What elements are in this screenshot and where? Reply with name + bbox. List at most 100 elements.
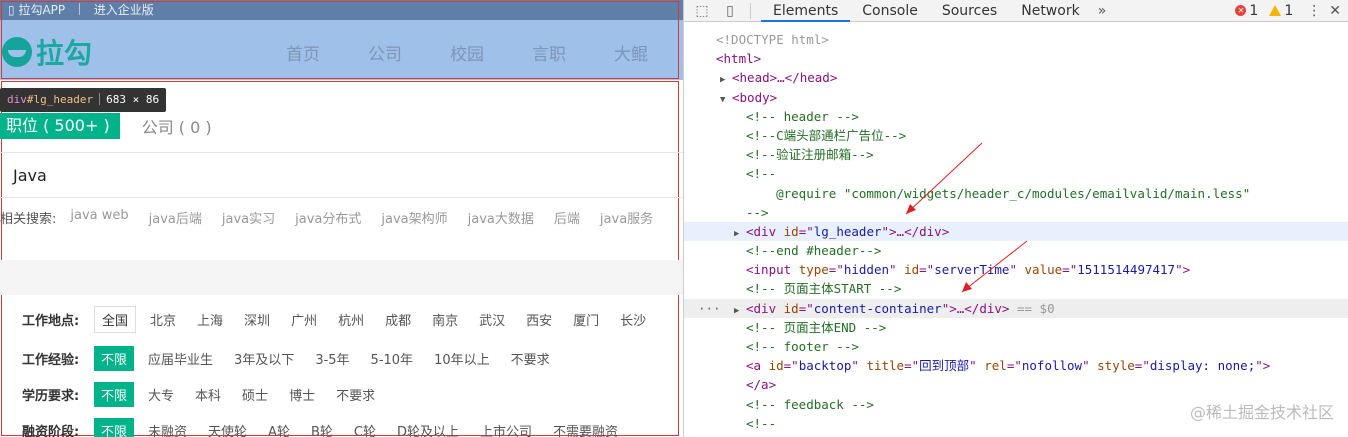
dom-text: <html> [716,51,762,67]
filter-option[interactable]: 应届毕业生 [148,347,213,370]
app-link[interactable]: 拉勾APP [18,3,65,17]
dom-text: <!--C端头部通栏广告位--> [746,127,907,143]
related-keyword[interactable]: java服务 [600,208,653,227]
dom-line[interactable]: ▶ <head>…</head> [684,68,1348,87]
filter-option[interactable]: D轮及以上 [397,419,459,437]
filter-option[interactable]: 成都 [385,308,411,331]
filter-option[interactable]: 不限 [94,418,135,437]
filter-option[interactable]: 不需要融资 [553,419,618,437]
tab-network[interactable]: Network [1009,0,1091,22]
search-input[interactable]: Java [13,166,47,185]
dom-line[interactable]: <!-- footer --> [684,337,1348,356]
tab-elements[interactable]: Elements [761,0,851,22]
enterprise-link[interactable]: 进入企业版 [94,3,154,17]
filter-option[interactable]: 不限 [94,346,135,371]
phone-icon: ▯ [8,3,15,17]
dom-token: =" [1134,358,1150,374]
dom-line[interactable]: <!-- 页面主体START --> [684,279,1348,298]
filter-option[interactable]: 西安 [526,308,552,331]
filter-option[interactable]: 长沙 [620,308,646,331]
tab-console[interactable]: Console [850,0,930,22]
related-keyword[interactable]: java架构师 [381,208,447,227]
filter-option[interactable]: 5-10年 [371,347,414,370]
filter-option[interactable]: 全国 [94,306,137,333]
dom-line[interactable]: ▼ <body> [684,88,1348,107]
dom-line[interactable]: ▶ <div id="lg_header">…</div> [684,221,1348,242]
filter-option[interactable]: 武汉 [479,308,505,331]
nav-item[interactable]: 校园 [426,40,508,65]
related-label: 相关搜索: [0,212,57,227]
filter-option[interactable]: 10年以上 [434,347,490,370]
dom-token: "> [1175,262,1191,278]
filter-option[interactable]: 未融资 [148,419,187,437]
error-count: 1 [1249,2,1259,19]
filter-option[interactable]: 3-5年 [315,347,349,370]
dom-line[interactable]: <!-- 页面主体END --> [684,318,1348,337]
dom-line[interactable]: <html> [684,49,1348,68]
dom-line[interactable]: <!--end #header--> [684,241,1348,260]
nav-item[interactable]: 公司 [344,40,426,65]
issue-counters[interactable]: ✕ 1 1 [1235,3,1293,19]
filter-option[interactable]: 南京 [432,308,458,331]
nav-item[interactable]: 大鲲 [590,40,672,65]
filter-option[interactable]: 3年及以下 [234,347,294,370]
dom-text: --> [746,204,769,220]
menu-icon[interactable]: ⋮ [1307,3,1321,19]
filter-option[interactable]: 深圳 [244,308,270,331]
filter-option[interactable]: 天使轮 [208,419,247,437]
filter-option[interactable]: 不要求 [511,347,550,370]
dom-token: =" [798,223,814,239]
device-toolbar-icon[interactable]: ▯ [720,0,740,22]
filter-option[interactable]: A轮 [268,419,290,437]
related-keyword[interactable]: java后端 [149,208,202,227]
dom-token: =" [904,358,920,374]
nav-item[interactable]: 言职 [508,40,590,65]
dom-line[interactable]: </a> [684,375,1348,394]
dom-line[interactable]: <!DOCTYPE html> [684,30,1348,49]
related-keyword[interactable]: 后端 [554,208,580,227]
nav-item[interactable]: 首页 [262,40,344,65]
filter-option[interactable]: 上市公司 [480,419,532,437]
filter-option[interactable]: 广州 [291,308,317,331]
dom-line[interactable]: <!--验证注册邮箱--> [684,145,1348,164]
filter-option[interactable]: 博士 [289,383,315,406]
close-icon[interactable]: ✕ [1329,3,1341,19]
filter-label: 工作经验: [22,353,80,368]
dom-line[interactable]: <input type="hidden" id="serverTime" val… [684,260,1348,279]
dom-line[interactable]: --> [684,203,1348,222]
dom-text: <!-- feedback --> [746,396,874,412]
filter-option[interactable]: 大专 [148,383,174,406]
filter-option[interactable]: 上海 [197,308,223,331]
tab-sources[interactable]: Sources [930,0,1009,22]
inspect-icon[interactable]: ⬚ [692,0,712,22]
dom-token: id [783,300,799,316]
dom-token: backtop [798,358,852,374]
dom-line[interactable]: <!--C端头部通栏广告位--> [684,126,1348,145]
filter-option[interactable]: 不要求 [336,383,375,406]
filter-option[interactable]: 不限 [94,382,135,407]
tab-companies[interactable]: 公司 ( 0 ) [142,114,212,138]
element-tooltip: div#lg_header 683 × 86 [0,88,167,112]
filter-option[interactable]: C轮 [354,419,376,437]
tooltip-tag: div [7,93,27,106]
filter-option[interactable]: B轮 [311,419,333,437]
related-keyword[interactable]: java web [70,208,128,227]
more-dots-icon[interactable]: ··· [698,299,721,318]
tab-positions[interactable]: 职位 ( 500+ ) [0,113,120,139]
dom-line[interactable]: <a id="backtop" title="回到顶部" rel="nofoll… [684,356,1348,375]
filter-option[interactable]: 厦门 [573,308,599,331]
filter-option[interactable]: 硕士 [242,383,268,406]
dom-line[interactable]: <!-- [684,164,1348,183]
dom-line[interactable]: @require "common/widgets/header_c/module… [684,184,1348,203]
filter-option[interactable]: 北京 [150,308,176,331]
dom-line[interactable]: ··· ▶ <div id="content-container">…</div> … [684,298,1348,318]
more-tabs-icon[interactable]: » [1098,3,1107,19]
filter-option[interactable]: 杭州 [338,308,364,331]
logo[interactable]: 拉勾 [2,32,92,72]
dom-line[interactable]: <!-- header --> [684,107,1348,126]
filter-option[interactable]: 本科 [195,383,221,406]
related-keyword[interactable]: java分布式 [295,208,361,227]
related-keyword[interactable]: java实习 [222,208,275,227]
related-keyword[interactable]: java大数据 [468,208,534,227]
dom-token: title [866,358,905,374]
